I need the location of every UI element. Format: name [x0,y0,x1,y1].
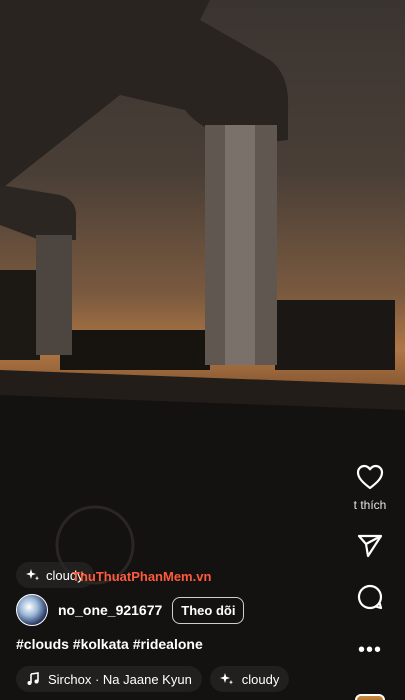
follow-button[interactable]: Theo dõi [172,596,245,624]
effect-chip-bottom-label: cloudy [241,671,280,687]
action-rail: t thích ••• [345,460,395,700]
music-label: Sirchox · Na Jaane Kyun [48,671,192,687]
heart-icon [356,464,384,490]
audio-thumbnail[interactable] [355,694,385,700]
sparkle-icon [26,569,39,581]
send-icon [357,534,383,558]
effect-chip-bottom[interactable]: cloudy [209,666,290,692]
like-label: t thích [353,498,387,512]
sparkle-icon [219,673,233,685]
share-button[interactable] [353,528,387,562]
author-row: no_one_921677 Theo dõi [16,594,245,626]
avatar[interactable] [16,594,48,626]
audio-row: Sirchox · Na Jaane Kyun cloudy [16,666,290,692]
music-note-icon [27,672,39,685]
caption[interactable]: #clouds #kolkata #ridealone [16,636,203,652]
like-button[interactable] [353,460,387,494]
music-chip[interactable]: Sirchox · Na Jaane Kyun [16,666,202,692]
watermark: ThuThuatPhanMem.vn [72,569,212,584]
comment-icon [357,584,383,610]
reel-screen: t thích ••• cloudy ThuThuatPhanMem.vn no… [0,0,405,700]
more-icon: ••• [357,639,382,661]
comment-button[interactable] [353,580,387,614]
username[interactable]: no_one_921677 [58,602,162,618]
more-options-button[interactable]: ••• [358,640,382,660]
